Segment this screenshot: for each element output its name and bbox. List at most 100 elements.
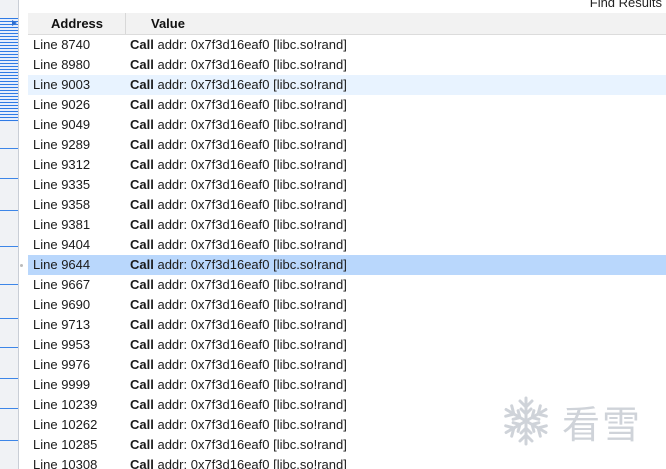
column-header-value[interactable]: Value (126, 13, 666, 34)
value-detail: addr: 0x7f3d16eaf0 [libc.so!rand] (157, 317, 347, 332)
value-kind: Call (130, 337, 154, 352)
value-cell: Call addr: 0x7f3d16eaf0 [libc.so!rand] (129, 235, 666, 255)
address-cell: Line 9644 (33, 257, 91, 272)
value-detail: addr: 0x7f3d16eaf0 [libc.so!rand] (157, 337, 347, 352)
address-cell: Line 8980 (33, 57, 91, 72)
value-detail: addr: 0x7f3d16eaf0 [libc.so!rand] (157, 257, 347, 272)
value-cell: Call addr: 0x7f3d16eaf0 [libc.so!rand] (129, 335, 666, 355)
table-row[interactable]: Line 9312 Call addr: 0x7f3d16eaf0 [libc.s… (28, 155, 666, 175)
table-row[interactable]: Line 8980 Call addr: 0x7f3d16eaf0 [libc.s… (28, 55, 666, 75)
table-row[interactable]: Line 9003 Call addr: 0x7f3d16eaf0 [libc.s… (28, 75, 666, 95)
value-kind: Call (130, 317, 154, 332)
column-header-address[interactable]: Address (28, 13, 126, 34)
value-detail: addr: 0x7f3d16eaf0 [libc.so!rand] (157, 457, 347, 469)
value-cell: Call addr: 0x7f3d16eaf0 [libc.so!rand] (129, 195, 666, 215)
address-cell: Line 9026 (33, 97, 91, 112)
table-row[interactable]: Line 9049 Call addr: 0x7f3d16eaf0 [libc.s… (28, 115, 666, 135)
overview-tick (0, 318, 18, 319)
table-row[interactable]: Line 9644 Call addr: 0x7f3d16eaf0 [libc.s… (20, 255, 666, 275)
address-cell: Line 9690 (33, 297, 91, 312)
value-detail: addr: 0x7f3d16eaf0 [libc.so!rand] (157, 437, 347, 452)
address-cell: Line 9335 (33, 177, 91, 192)
table-row[interactable]: Line 9713 Call addr: 0x7f3d16eaf0 [libc.s… (28, 315, 666, 335)
address-cell: Line 10262 (33, 417, 98, 432)
row-marker-icon (20, 264, 23, 267)
value-kind: Call (130, 197, 154, 212)
value-kind: Call (130, 57, 154, 72)
value-cell: Call addr: 0x7f3d16eaf0 [libc.so!rand] (129, 375, 666, 395)
overview-tick (0, 210, 18, 211)
value-detail: addr: 0x7f3d16eaf0 [libc.so!rand] (157, 277, 347, 292)
value-kind: Call (130, 77, 154, 92)
value-kind: Call (130, 257, 154, 272)
overview-strip[interactable] (0, 0, 19, 469)
table-row[interactable]: Line 9358 Call addr: 0x7f3d16eaf0 [libc.s… (28, 195, 666, 215)
value-cell: Call addr: 0x7f3d16eaf0 [libc.so!rand] (129, 155, 666, 175)
table-row[interactable]: Line 10285 Call addr: 0x7f3d16eaf0 [libc.… (28, 435, 666, 455)
value-cell: Call addr: 0x7f3d16eaf0 [libc.so!rand] (129, 355, 666, 375)
table-row[interactable]: Line 10262 Call addr: 0x7f3d16eaf0 [libc.… (28, 415, 666, 435)
value-kind: Call (130, 437, 154, 452)
value-detail: addr: 0x7f3d16eaf0 [libc.so!rand] (157, 97, 347, 112)
value-cell: Call addr: 0x7f3d16eaf0 [libc.so!rand] (129, 175, 666, 195)
value-cell: Call addr: 0x7f3d16eaf0 [libc.so!rand] (129, 115, 666, 135)
value-detail: addr: 0x7f3d16eaf0 [libc.so!rand] (157, 37, 347, 52)
value-cell: Call addr: 0x7f3d16eaf0 [libc.so!rand] (129, 455, 666, 469)
value-kind: Call (130, 217, 154, 232)
overview-match-cluster (0, 18, 18, 122)
value-detail: addr: 0x7f3d16eaf0 [libc.so!rand] (157, 137, 347, 152)
value-kind: Call (130, 137, 154, 152)
value-cell: Call addr: 0x7f3d16eaf0 [libc.so!rand] (129, 95, 666, 115)
value-kind: Call (130, 457, 154, 469)
overview-tick (0, 408, 18, 409)
value-detail: addr: 0x7f3d16eaf0 [libc.so!rand] (157, 297, 347, 312)
table-row[interactable]: Line 9381 Call addr: 0x7f3d16eaf0 [libc.s… (28, 215, 666, 235)
value-kind: Call (130, 397, 154, 412)
value-detail: addr: 0x7f3d16eaf0 [libc.so!rand] (157, 377, 347, 392)
table-row[interactable]: Line 8740 Call addr: 0x7f3d16eaf0 [libc.s… (28, 35, 666, 55)
table-row[interactable]: Line 9026 Call addr: 0x7f3d16eaf0 [libc.s… (28, 95, 666, 115)
address-cell: Line 9667 (33, 277, 91, 292)
table-row[interactable]: Line 10239 Call addr: 0x7f3d16eaf0 [libc.… (28, 395, 666, 415)
value-cell: Call addr: 0x7f3d16eaf0 [libc.so!rand] (129, 35, 666, 55)
table-row[interactable]: Line 10308 Call addr: 0x7f3d16eaf0 [libc.… (28, 455, 666, 469)
table-row[interactable]: Line 9289 Call addr: 0x7f3d16eaf0 [libc.s… (28, 135, 666, 155)
find-results-window: Find Results Address Value Line 8740 Call… (0, 0, 666, 469)
value-detail: addr: 0x7f3d16eaf0 [libc.so!rand] (157, 417, 347, 432)
table-row[interactable]: Line 9690 Call addr: 0x7f3d16eaf0 [libc.s… (28, 295, 666, 315)
value-kind: Call (130, 237, 154, 252)
overview-tick (0, 347, 18, 348)
value-cell: Call addr: 0x7f3d16eaf0 [libc.so!rand] (129, 435, 666, 455)
address-cell: Line 9289 (33, 137, 91, 152)
overview-tick (0, 378, 18, 379)
table-header: Address Value (28, 13, 666, 35)
table-row[interactable]: Line 9953 Call addr: 0x7f3d16eaf0 [libc.s… (28, 335, 666, 355)
table-row[interactable]: Line 9999 Call addr: 0x7f3d16eaf0 [libc.s… (28, 375, 666, 395)
address-cell: Line 9404 (33, 237, 91, 252)
value-detail: addr: 0x7f3d16eaf0 [libc.so!rand] (157, 237, 347, 252)
value-kind: Call (130, 357, 154, 372)
address-cell: Line 9953 (33, 337, 91, 352)
value-kind: Call (130, 417, 154, 432)
table-row[interactable]: Line 9335 Call addr: 0x7f3d16eaf0 [libc.s… (28, 175, 666, 195)
table-row[interactable]: Line 9667 Call addr: 0x7f3d16eaf0 [libc.s… (28, 275, 666, 295)
table-body: Line 8740 Call addr: 0x7f3d16eaf0 [libc.s… (20, 35, 666, 469)
overview-tick (0, 246, 18, 247)
table-row[interactable]: Line 9404 Call addr: 0x7f3d16eaf0 [libc.s… (28, 235, 666, 255)
value-cell: Call addr: 0x7f3d16eaf0 [libc.so!rand] (129, 75, 666, 95)
table-row[interactable]: Line 9976 Call addr: 0x7f3d16eaf0 [libc.s… (28, 355, 666, 375)
value-cell: Call addr: 0x7f3d16eaf0 [libc.so!rand] (129, 55, 666, 75)
panel-title: Find Results (589, 0, 662, 10)
value-cell: Call addr: 0x7f3d16eaf0 [libc.so!rand] (129, 255, 666, 275)
value-cell: Call addr: 0x7f3d16eaf0 [libc.so!rand] (129, 315, 666, 335)
value-kind: Call (130, 277, 154, 292)
address-cell: Line 9976 (33, 357, 91, 372)
value-kind: Call (130, 177, 154, 192)
value-detail: addr: 0x7f3d16eaf0 [libc.so!rand] (157, 197, 347, 212)
value-cell: Call addr: 0x7f3d16eaf0 [libc.so!rand] (129, 215, 666, 235)
value-cell: Call addr: 0x7f3d16eaf0 [libc.so!rand] (129, 275, 666, 295)
value-detail: addr: 0x7f3d16eaf0 [libc.so!rand] (157, 397, 347, 412)
overview-tick (0, 178, 18, 179)
value-cell: Call addr: 0x7f3d16eaf0 [libc.so!rand] (129, 415, 666, 435)
address-cell: Line 9381 (33, 217, 91, 232)
